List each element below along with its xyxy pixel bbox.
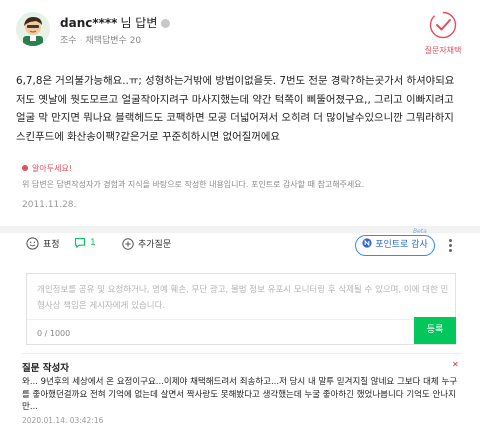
questioner-comment-date: 2020.01.14. 03:42:16 — [22, 416, 104, 425]
point-thanks-label: 포인트로 감사 — [375, 240, 428, 250]
notice-title-text: 알아두세요! — [32, 164, 73, 173]
adopted-badge-label: 질문자채택 — [424, 46, 462, 55]
comment-submit-button[interactable]: 등록 — [414, 317, 456, 344]
avatar[interactable] — [16, 12, 50, 46]
questioner-comment: 질문 작성자 ✕ 와... 9년후의 세상에서 온 요정이구요...이제야 채택… — [22, 353, 462, 431]
author-name-suffix: 님 답변 — [120, 16, 158, 30]
comment-input-box[interactable]: 개인정보를 공유 및 요청하거나, 명예 훼손, 무단 광고, 불법 정보 유포… — [26, 273, 456, 345]
section-divider — [0, 226, 480, 233]
answer-header: danc**** 님 답변 조수 · 채택답변수 20 질문자채택 — [16, 10, 466, 55]
more-vertical-icon[interactable] — [449, 239, 453, 253]
author-info-icon[interactable] — [161, 19, 171, 28]
comment-button[interactable]: 1 — [74, 237, 96, 249]
answer-body: 6,7,8은 거의불가능해요..ㅠ; 성형하는거밖에 방법이없을듯. 7번도 전… — [16, 75, 455, 143]
notice: 알아두세요! 위 답변은 답변작성자가 경험과 지식을 바탕으로 작성한 내용입… — [22, 163, 462, 190]
emotion-smile-icon — [26, 237, 39, 250]
answer-date: 2011.11.28. — [22, 200, 77, 210]
point-thanks-button[interactable]: 포인트로 감사 — [355, 235, 435, 256]
char-counter: 0 / 1000 — [37, 329, 71, 338]
add-question-plus-icon — [122, 237, 134, 250]
add-question-button[interactable]: 추가질문 — [122, 237, 171, 250]
comment-count: 1 — [90, 238, 96, 248]
questioner-label: 질문 작성자 — [22, 363, 70, 374]
comment-input-footer: 0 / 1000 — [27, 319, 455, 345]
add-question-label: 추가질문 — [138, 240, 172, 250]
adopt-count: 채택답변수 20 — [85, 36, 142, 46]
author-name[interactable]: danc**** — [60, 16, 117, 30]
author-rank: 조수 — [60, 36, 77, 46]
author-meta: 조수 · 채택답변수 20 — [60, 36, 142, 46]
answer-actions: 표정 1 추가질문 포인트로 감사 Beta — [0, 228, 480, 257]
comment-icon — [74, 237, 86, 248]
emotion-button[interactable]: 표정 — [26, 237, 60, 250]
point-n-icon — [362, 238, 372, 248]
avatar-character-icon — [16, 12, 50, 46]
questioner-comment-body: 와... 9년후의 세상에서 온 요정이구요...이제야 채택해드려서 죄송하고… — [22, 377, 458, 413]
close-icon[interactable]: ✕ — [452, 360, 459, 369]
comment-placeholder[interactable]: 개인정보를 공유 및 요청하거나, 명예 훼손, 무단 광고, 불법 정보 유포… — [37, 282, 452, 314]
notice-title: 알아두세요! — [22, 163, 462, 174]
emotion-label: 표정 — [43, 240, 60, 250]
author-name-line: danc**** 님 답변 — [60, 14, 171, 31]
notice-body: 위 답변은 답변작성자가 경험과 지식을 바탕으로 작성한 내용입니다. 포인트… — [22, 180, 365, 189]
beta-tag: Beta — [413, 228, 427, 235]
adopted-badge: 질문자채택 — [420, 10, 466, 56]
adopted-check-badge-icon — [429, 11, 457, 39]
notice-dot-icon — [22, 165, 28, 171]
